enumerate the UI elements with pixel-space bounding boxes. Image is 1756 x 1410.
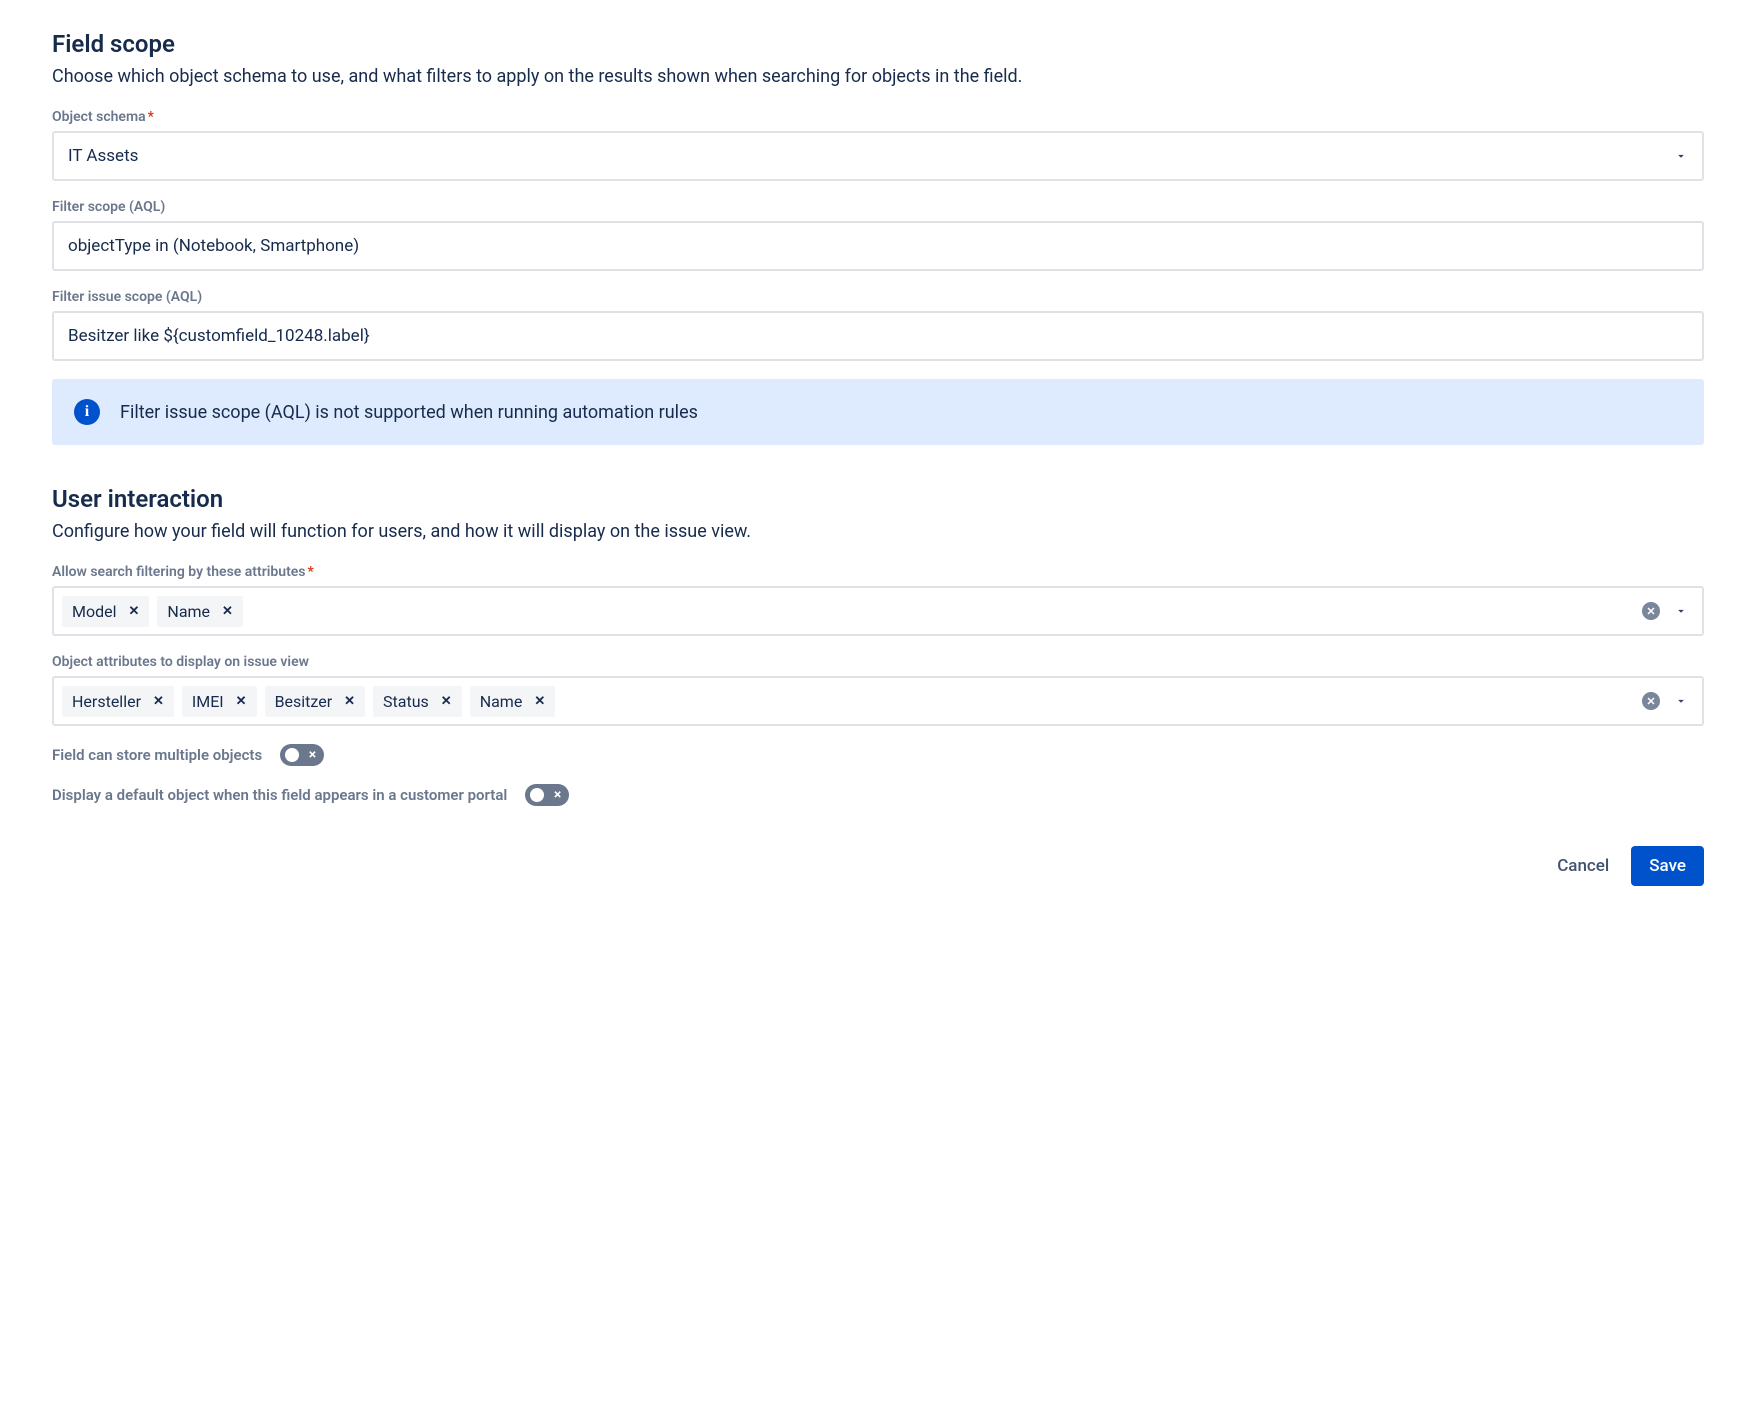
- chevron-down-icon[interactable]: [1674, 694, 1688, 708]
- chip-label: IMEI: [192, 692, 224, 711]
- chip: Name ✕: [157, 596, 243, 627]
- chip-label: Name: [480, 692, 523, 711]
- chip-label: Hersteller: [72, 692, 141, 711]
- chevron-down-icon: [1674, 149, 1688, 163]
- filter-scope-input[interactable]: [68, 236, 1688, 256]
- object-schema-label-text: Object schema: [52, 109, 146, 125]
- display-attributes-chips: Hersteller ✕ IMEI ✕ Besitzer ✕ Status ✕ Name ✕: [62, 686, 1634, 717]
- chip-remove-icon[interactable]: ✕: [437, 694, 456, 709]
- chip-remove-icon[interactable]: ✕: [218, 604, 237, 619]
- clear-all-icon[interactable]: ✕: [1642, 602, 1660, 620]
- chip-remove-icon[interactable]: ✕: [232, 694, 251, 709]
- footer-actions: Cancel Save: [52, 846, 1704, 886]
- chip: Besitzer ✕: [265, 686, 365, 717]
- search-filtering-label-text: Allow search filtering by these attribut…: [52, 564, 306, 580]
- user-interaction-heading: User interaction: [52, 485, 1704, 513]
- chip-label: Name: [167, 602, 210, 621]
- toggle-default-portal[interactable]: [525, 784, 569, 806]
- toggle-multiple[interactable]: [280, 744, 324, 766]
- toggle-multiple-label: Field can store multiple objects: [52, 746, 262, 764]
- chip-remove-icon[interactable]: ✕: [530, 694, 549, 709]
- chip: Status ✕: [373, 686, 462, 717]
- chip-remove-icon[interactable]: ✕: [340, 694, 359, 709]
- chip-label: Status: [383, 692, 429, 711]
- chip-remove-icon[interactable]: ✕: [125, 604, 144, 619]
- save-button[interactable]: Save: [1631, 846, 1704, 886]
- filter-scope-input-wrapper[interactable]: [52, 221, 1704, 271]
- object-schema-label: Object schema*: [52, 109, 1704, 125]
- chip: Hersteller ✕: [62, 686, 174, 717]
- filter-scope-label: Filter scope (AQL): [52, 199, 1704, 215]
- object-schema-value: IT Assets: [68, 146, 138, 166]
- search-filtering-chips: Model ✕ Name ✕: [62, 596, 1634, 627]
- chip-label: Model: [72, 602, 117, 621]
- search-filtering-multiselect[interactable]: Model ✕ Name ✕ ✕: [52, 586, 1704, 636]
- display-attributes-label: Object attributes to display on issue vi…: [52, 654, 1704, 670]
- chip-remove-icon[interactable]: ✕: [149, 694, 168, 709]
- display-attributes-multiselect[interactable]: Hersteller ✕ IMEI ✕ Besitzer ✕ Status ✕ Name ✕ ✕: [52, 676, 1704, 726]
- filter-issue-scope-input-wrapper[interactable]: [52, 311, 1704, 361]
- chip: IMEI ✕: [182, 686, 257, 717]
- info-banner-text: Filter issue scope (AQL) is not supporte…: [120, 402, 698, 423]
- chip: Model ✕: [62, 596, 149, 627]
- info-banner: i Filter issue scope (AQL) is not suppor…: [52, 379, 1704, 445]
- required-indicator: *: [308, 564, 314, 580]
- field-scope-description: Choose which object schema to use, and w…: [52, 64, 1704, 89]
- cancel-button[interactable]: Cancel: [1539, 846, 1627, 886]
- chevron-down-icon[interactable]: [1674, 604, 1688, 618]
- clear-all-icon[interactable]: ✕: [1642, 692, 1660, 710]
- filter-issue-scope-label: Filter issue scope (AQL): [52, 289, 1704, 305]
- chip: Name ✕: [470, 686, 556, 717]
- info-icon: i: [74, 399, 100, 425]
- user-interaction-description: Configure how your field will function f…: [52, 519, 1704, 544]
- search-filtering-label: Allow search filtering by these attribut…: [52, 564, 1704, 580]
- chip-label: Besitzer: [275, 692, 333, 711]
- filter-issue-scope-input[interactable]: [68, 326, 1688, 346]
- required-indicator: *: [148, 109, 154, 125]
- object-schema-select[interactable]: IT Assets: [52, 131, 1704, 181]
- toggle-default-portal-label: Display a default object when this field…: [52, 786, 507, 804]
- field-scope-heading: Field scope: [52, 30, 1704, 58]
